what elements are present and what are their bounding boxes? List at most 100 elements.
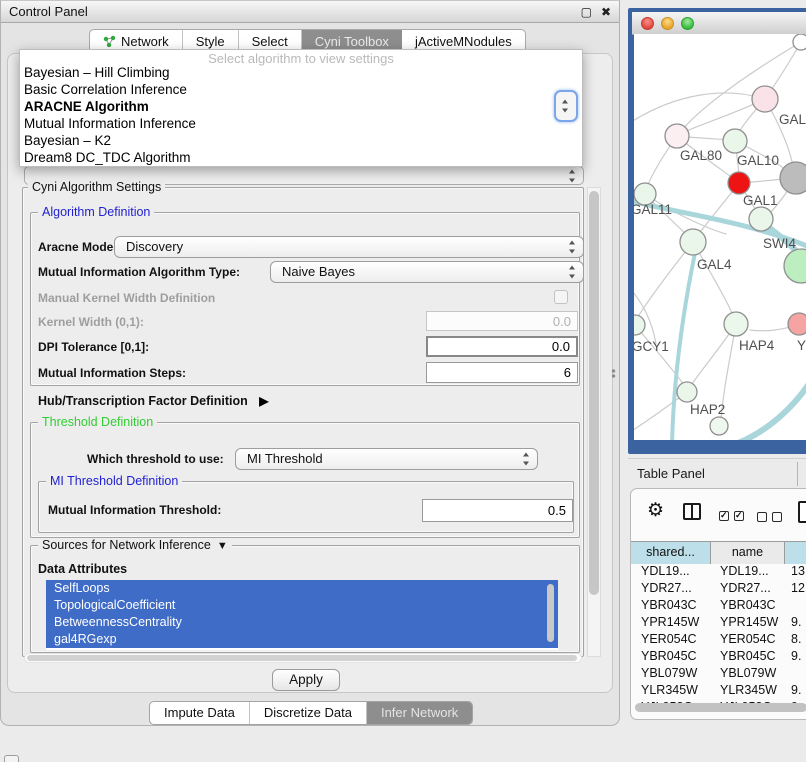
mi-steps-field[interactable] bbox=[426, 362, 578, 383]
table-row[interactable]: YER054CYER054C8. bbox=[631, 631, 806, 648]
network-node[interactable] bbox=[793, 34, 806, 50]
minimized-panel-chip[interactable] bbox=[4, 755, 19, 762]
network-node[interactable] bbox=[724, 312, 748, 336]
dropdown-item-aracne-algorithm[interactable]: ARACNE Algorithm bbox=[20, 98, 582, 115]
node-label-y: Y bbox=[797, 338, 806, 353]
document-icon[interactable] bbox=[798, 501, 806, 523]
edge[interactable] bbox=[634, 93, 765, 124]
column-header-name[interactable]: name bbox=[711, 542, 785, 564]
dropdown-item-bayesian-hill-climbing[interactable]: Bayesian – Hill Climbing bbox=[20, 64, 582, 81]
mi-steps-label: Mutual Information Steps: bbox=[38, 366, 186, 380]
table-row[interactable]: YPR145WYPR145W9. bbox=[631, 614, 806, 631]
dropdown-item-dream8-dc-tdc-algorithm[interactable]: Dream8 DC_TDC Algorithm bbox=[20, 149, 582, 166]
dropdown-item-mutual-information-inference[interactable]: Mutual Information Inference bbox=[20, 115, 582, 132]
control-panel-titlebar[interactable]: Control Panel ▢ ✖ bbox=[1, 1, 619, 23]
network-node[interactable] bbox=[710, 417, 728, 435]
node-label-hap2: HAP2 bbox=[690, 402, 725, 417]
attribute-item-betweennesscentrality[interactable]: BetweennessCentrality bbox=[46, 614, 558, 631]
network-node[interactable] bbox=[723, 129, 747, 153]
network-node[interactable] bbox=[728, 172, 750, 194]
mi-threshold-field[interactable] bbox=[422, 499, 573, 522]
attribute-item-selfloops[interactable]: SelfLoops bbox=[46, 580, 558, 597]
table-horizontal-scrollbar[interactable] bbox=[635, 703, 806, 712]
column-header-shared[interactable]: shared... bbox=[631, 542, 711, 564]
checked-checkbox-icon[interactable] bbox=[719, 511, 729, 521]
minimize-traffic-light-icon[interactable] bbox=[661, 17, 674, 30]
column-header-a[interactable]: A bbox=[785, 542, 806, 564]
hub-transcription-factor-section[interactable]: Hub/Transcription Factor Definition ▶ bbox=[38, 394, 268, 408]
table-row[interactable]: YBR045CYBR045C9. bbox=[631, 648, 806, 665]
expand-right-icon[interactable]: ▶ bbox=[259, 394, 268, 408]
network-node[interactable] bbox=[749, 207, 773, 231]
settings-vertical-scrollbar[interactable] bbox=[587, 187, 601, 657]
settings-horizontal-scrollbar[interactable] bbox=[24, 653, 582, 663]
kernel-width-field[interactable] bbox=[426, 311, 578, 331]
table-panel: ⚙ shared...nameA YDL19...YDL19...13YDR27… bbox=[630, 488, 806, 720]
dpi-tolerance-label: DPI Tolerance [0,1]: bbox=[38, 340, 149, 354]
table-row[interactable]: YLR345WYLR345W9. bbox=[631, 682, 806, 699]
table-body: YDL19...YDL19...13YDR27...YDR27...12YBR0… bbox=[631, 563, 806, 703]
list-scrollbar-thumb[interactable] bbox=[547, 584, 554, 642]
float-window-icon[interactable]: ▢ bbox=[581, 6, 592, 18]
table-cell: 9. bbox=[785, 614, 806, 631]
cyni-toolbox-panel: Select algorithm to view settings Bayesi… bbox=[7, 53, 613, 693]
table-row[interactable]: YBR043CYBR043C bbox=[631, 597, 806, 614]
scrollbar-thumb[interactable] bbox=[589, 191, 599, 595]
dropdown-item-bayesian-k2[interactable]: Bayesian – K2 bbox=[20, 132, 582, 149]
network-view-window: GALGAL80GAL10GAL1GAL11SWI4GAL4GCY1HAP4YH… bbox=[628, 8, 806, 454]
scrollbar-thumb[interactable] bbox=[27, 655, 577, 661]
node-label-gal80: GAL80 bbox=[680, 148, 722, 163]
close-traffic-light-icon[interactable] bbox=[641, 17, 654, 30]
split-view-icon[interactable] bbox=[683, 503, 701, 520]
table-cell: YBR045C bbox=[711, 648, 785, 665]
apply-button[interactable]: Apply bbox=[272, 669, 340, 691]
table-row[interactable]: YDL19...YDL19...13 bbox=[631, 563, 806, 580]
zoom-traffic-light-icon[interactable] bbox=[681, 17, 694, 30]
node-label-swi4: SWI4 bbox=[763, 236, 796, 251]
network-node[interactable] bbox=[677, 382, 697, 402]
control-panel-title: Control Panel bbox=[9, 4, 88, 19]
edge[interactable] bbox=[768, 42, 801, 94]
which-threshold-label: Which threshold to use: bbox=[87, 452, 224, 466]
splitter-grip[interactable] bbox=[610, 368, 617, 379]
node-label-gal4: GAL4 bbox=[697, 257, 732, 272]
which-threshold-combo[interactable]: MI Threshold bbox=[235, 448, 538, 470]
sources-group-title[interactable]: Sources for Network Inference▼ bbox=[38, 538, 232, 552]
bottom-tab-infer-network[interactable]: Infer Network bbox=[367, 702, 472, 724]
tab-label: jActiveMNodules bbox=[415, 34, 512, 49]
unchecked-checkbox-icon[interactable] bbox=[757, 512, 767, 522]
dropdown-item-basic-correlation-inference[interactable]: Basic Correlation Inference bbox=[20, 81, 582, 98]
checked-checkbox-icon[interactable] bbox=[734, 511, 744, 521]
table-row[interactable]: YDR27...YDR27...12 bbox=[631, 580, 806, 597]
network-node[interactable] bbox=[752, 86, 778, 112]
scrollbar-thumb[interactable] bbox=[635, 703, 806, 712]
network-node[interactable] bbox=[788, 313, 806, 335]
bottom-tab-discretize-data[interactable]: Discretize Data bbox=[250, 702, 367, 724]
unchecked-checkbox-icon[interactable] bbox=[772, 512, 782, 522]
gear-icon[interactable]: ⚙ bbox=[647, 501, 664, 520]
selected-edge[interactable] bbox=[730, 376, 806, 440]
table-cell: YBR045C bbox=[631, 648, 711, 665]
manual-kernel-width-checkbox[interactable] bbox=[554, 290, 568, 304]
close-icon[interactable]: ✖ bbox=[601, 6, 611, 18]
aracne-mode-label: Aracne Mode: bbox=[38, 240, 117, 254]
table-row[interactable]: YBL079WYBL079W bbox=[631, 665, 806, 682]
network-node[interactable] bbox=[780, 162, 806, 194]
table-cell: 12 bbox=[785, 580, 806, 597]
attribute-item-topologicalcoefficient[interactable]: TopologicalCoefficient bbox=[46, 597, 558, 614]
manual-kernel-width-label: Manual Kernel Width Definition bbox=[38, 291, 215, 305]
collapse-down-icon[interactable]: ▼ bbox=[217, 540, 228, 552]
network-canvas[interactable]: GALGAL80GAL10GAL1GAL11SWI4GAL4GCY1HAP4YH… bbox=[634, 34, 806, 440]
dpi-tolerance-field[interactable] bbox=[426, 336, 578, 357]
network-node[interactable] bbox=[784, 249, 806, 283]
network-node[interactable] bbox=[665, 124, 689, 148]
mi-threshold-label: Mutual Information Threshold: bbox=[48, 503, 221, 517]
network-node[interactable] bbox=[680, 229, 706, 255]
bottom-tab-impute-data[interactable]: Impute Data bbox=[150, 702, 250, 724]
network-node[interactable] bbox=[634, 315, 645, 335]
mi-algorithm-type-combo[interactable]: Naive Bayes bbox=[270, 261, 584, 283]
network-window-titlebar[interactable] bbox=[632, 12, 806, 35]
attribute-item-gal4rgexp[interactable]: gal4RGexp bbox=[46, 631, 558, 648]
aracne-mode-combo[interactable]: Discovery bbox=[114, 236, 584, 258]
data-attributes-list[interactable]: SelfLoopsTopologicalCoefficientBetweenne… bbox=[46, 580, 558, 650]
